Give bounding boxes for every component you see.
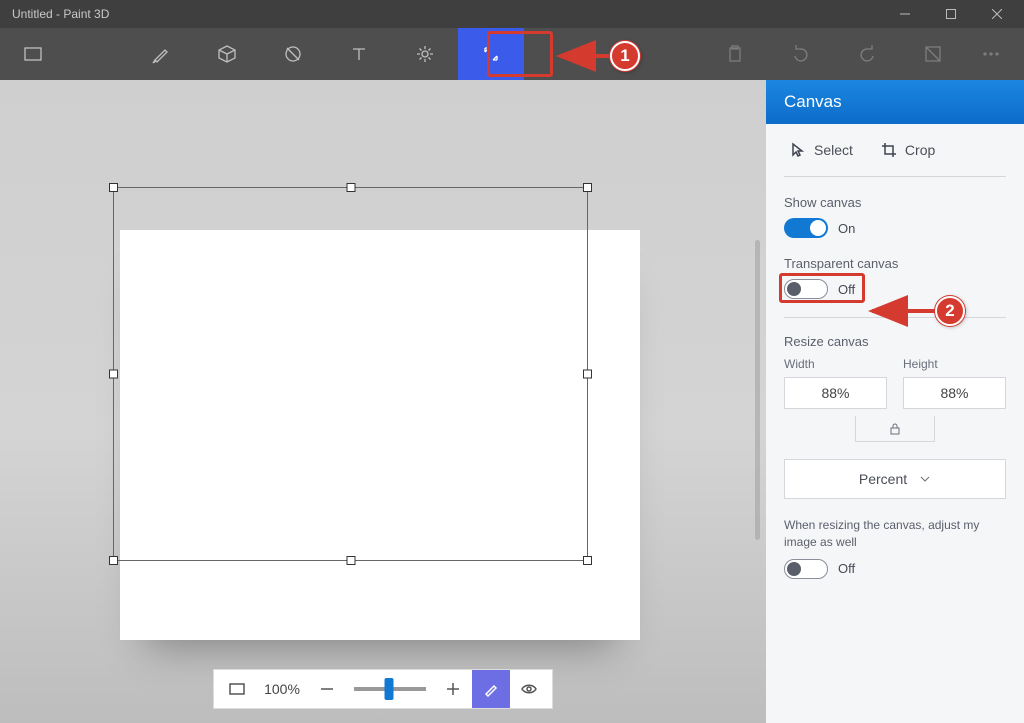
maximize-button[interactable] <box>928 0 974 28</box>
top-toolbar <box>0 28 1024 80</box>
resize-handle-e[interactable] <box>583 370 592 379</box>
lock-aspect-button[interactable] <box>855 416 935 442</box>
show-canvas-toggle[interactable] <box>784 218 828 238</box>
paste-button[interactable] <box>702 28 768 80</box>
resize-handle-sw[interactable] <box>109 556 118 565</box>
crop-icon <box>881 142 897 158</box>
select-label: Select <box>814 142 853 158</box>
brushes-tab[interactable] <box>128 28 194 80</box>
more-button[interactable] <box>966 28 1016 80</box>
panel-title: Canvas <box>766 80 1024 124</box>
annotation-outline-1 <box>487 31 553 77</box>
selection-box[interactable] <box>113 187 588 561</box>
select-tool[interactable]: Select <box>790 142 853 158</box>
view-3d-button[interactable] <box>900 28 966 80</box>
unit-select[interactable]: Percent <box>784 459 1006 499</box>
adjust-image-toggle[interactable] <box>784 559 828 579</box>
resize-handle-se[interactable] <box>583 556 592 565</box>
pointer-icon <box>790 142 806 158</box>
zoom-slider[interactable] <box>354 687 426 691</box>
crop-tool[interactable]: Crop <box>881 142 935 158</box>
annotation-outline-2 <box>779 273 865 303</box>
close-button[interactable] <box>974 0 1020 28</box>
redo-button[interactable] <box>834 28 900 80</box>
resize-handle-nw[interactable] <box>109 183 118 192</box>
height-heading: Height <box>903 357 1006 371</box>
width-heading: Width <box>784 357 887 371</box>
edit-mode-button[interactable] <box>472 670 510 708</box>
zoom-in-button[interactable] <box>434 670 472 708</box>
resize-handle-ne[interactable] <box>583 183 592 192</box>
effects-tab[interactable] <box>392 28 458 80</box>
height-input[interactable]: 88% <box>903 377 1006 409</box>
side-panel: Canvas Select Crop Show canvas On <box>766 80 1024 723</box>
zoom-level: 100% <box>256 681 308 697</box>
2d-shapes-tab[interactable] <box>260 28 326 80</box>
view-mode-button[interactable] <box>510 670 548 708</box>
workspace[interactable]: 100% <box>0 80 766 723</box>
lock-icon <box>888 422 902 436</box>
menu-button[interactable] <box>8 28 58 80</box>
window-title: Untitled - Paint 3D <box>12 7 109 21</box>
resize-label: Resize canvas <box>784 334 1006 349</box>
title-bar: Untitled - Paint 3D <box>0 0 1024 28</box>
text-tab[interactable] <box>326 28 392 80</box>
resize-handle-w[interactable] <box>109 370 118 379</box>
show-canvas-state: On <box>838 221 855 236</box>
resize-handle-s[interactable] <box>346 556 355 565</box>
width-input[interactable]: 88% <box>784 377 887 409</box>
resize-note: When resizing the canvas, adjust my imag… <box>784 517 1006 551</box>
zoom-out-button[interactable] <box>308 670 346 708</box>
crop-label: Crop <box>905 142 935 158</box>
undo-button[interactable] <box>768 28 834 80</box>
unit-label: Percent <box>859 471 907 487</box>
transparent-canvas-label: Transparent canvas <box>784 256 1006 271</box>
show-canvas-label: Show canvas <box>784 195 1006 210</box>
chevron-down-icon <box>919 473 931 485</box>
minimize-button[interactable] <box>882 0 928 28</box>
3d-shapes-tab[interactable] <box>194 28 260 80</box>
zoom-bar: 100% <box>213 669 553 709</box>
fit-button[interactable] <box>218 670 256 708</box>
resize-handle-n[interactable] <box>346 183 355 192</box>
workspace-scrollbar[interactable] <box>755 240 760 540</box>
adjust-image-state: Off <box>838 561 855 576</box>
